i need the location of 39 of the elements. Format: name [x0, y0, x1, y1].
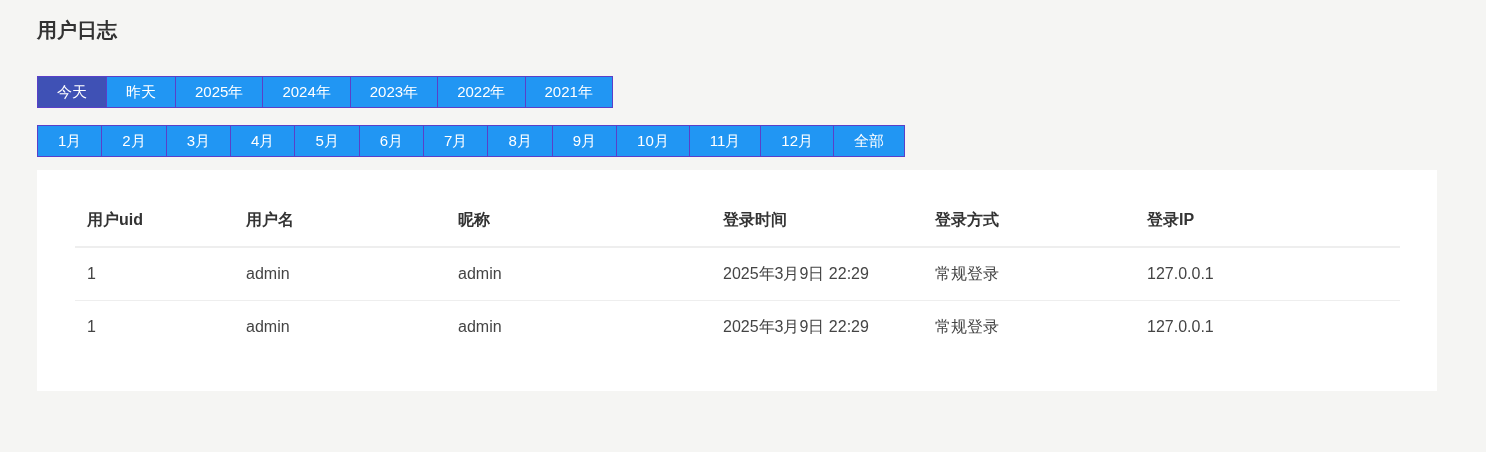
column-header: 登录时间 — [722, 209, 788, 230]
table-cell-text: admin — [245, 265, 291, 283]
table-cell-text: 1 — [86, 265, 97, 283]
column-header: 用户名 — [245, 209, 295, 230]
filter-tab[interactable]: 10月 — [616, 126, 689, 156]
table-cell-text: 1 — [86, 318, 97, 336]
filter-tab[interactable]: 2022年 — [437, 77, 525, 107]
filter-tab[interactable]: 2024年 — [262, 77, 350, 107]
column-header: 登录IP — [1146, 209, 1196, 230]
table-cell-text: 常规登录 — [934, 316, 1000, 337]
filter-tab[interactable]: 2021年 — [524, 77, 612, 107]
table-cell-text: admin — [245, 318, 291, 336]
table-cell-text: 2025年3月9日 22:29 — [722, 316, 870, 337]
filter-tab[interactable]: 7月 — [423, 126, 488, 156]
filter-tab[interactable]: 昨天 — [106, 77, 175, 107]
table-cell-text: admin — [457, 265, 503, 283]
column-header: 用户uid — [86, 209, 144, 230]
page-title: 用户日志 — [37, 18, 117, 43]
table-cell-text: 常规登录 — [934, 263, 1000, 284]
filter-tab[interactable]: 2023年 — [349, 77, 438, 107]
table-cell-text: 127.0.0.1 — [1146, 265, 1215, 283]
filter-tab[interactable]: 全部 — [833, 126, 905, 156]
filter-tab[interactable]: 今天 — [38, 77, 106, 107]
filter-tab[interactable]: 4月 — [230, 126, 295, 156]
filter-tab[interactable]: 3月 — [165, 126, 231, 156]
table-cell-text: 2025年3月9日 22:29 — [722, 263, 870, 284]
filter-tab[interactable]: 9月 — [551, 126, 617, 156]
filter-tab[interactable]: 1月 — [38, 126, 102, 156]
filter-tab[interactable]: 6月 — [358, 126, 424, 156]
filter-tab[interactable]: 11月 — [688, 126, 761, 156]
column-header: 登录方式 — [934, 209, 1000, 230]
column-header: 昵称 — [457, 209, 491, 230]
table-cell-text: 127.0.0.1 — [1146, 318, 1215, 336]
filter-tab[interactable]: 2月 — [101, 126, 166, 156]
filter-tab[interactable]: 2025年 — [175, 77, 263, 107]
filter-tab[interactable]: 5月 — [294, 126, 359, 156]
filter-tab[interactable]: 12月 — [760, 126, 834, 156]
table-cell-text: admin — [457, 318, 503, 336]
filter-tab[interactable]: 8月 — [487, 126, 552, 156]
